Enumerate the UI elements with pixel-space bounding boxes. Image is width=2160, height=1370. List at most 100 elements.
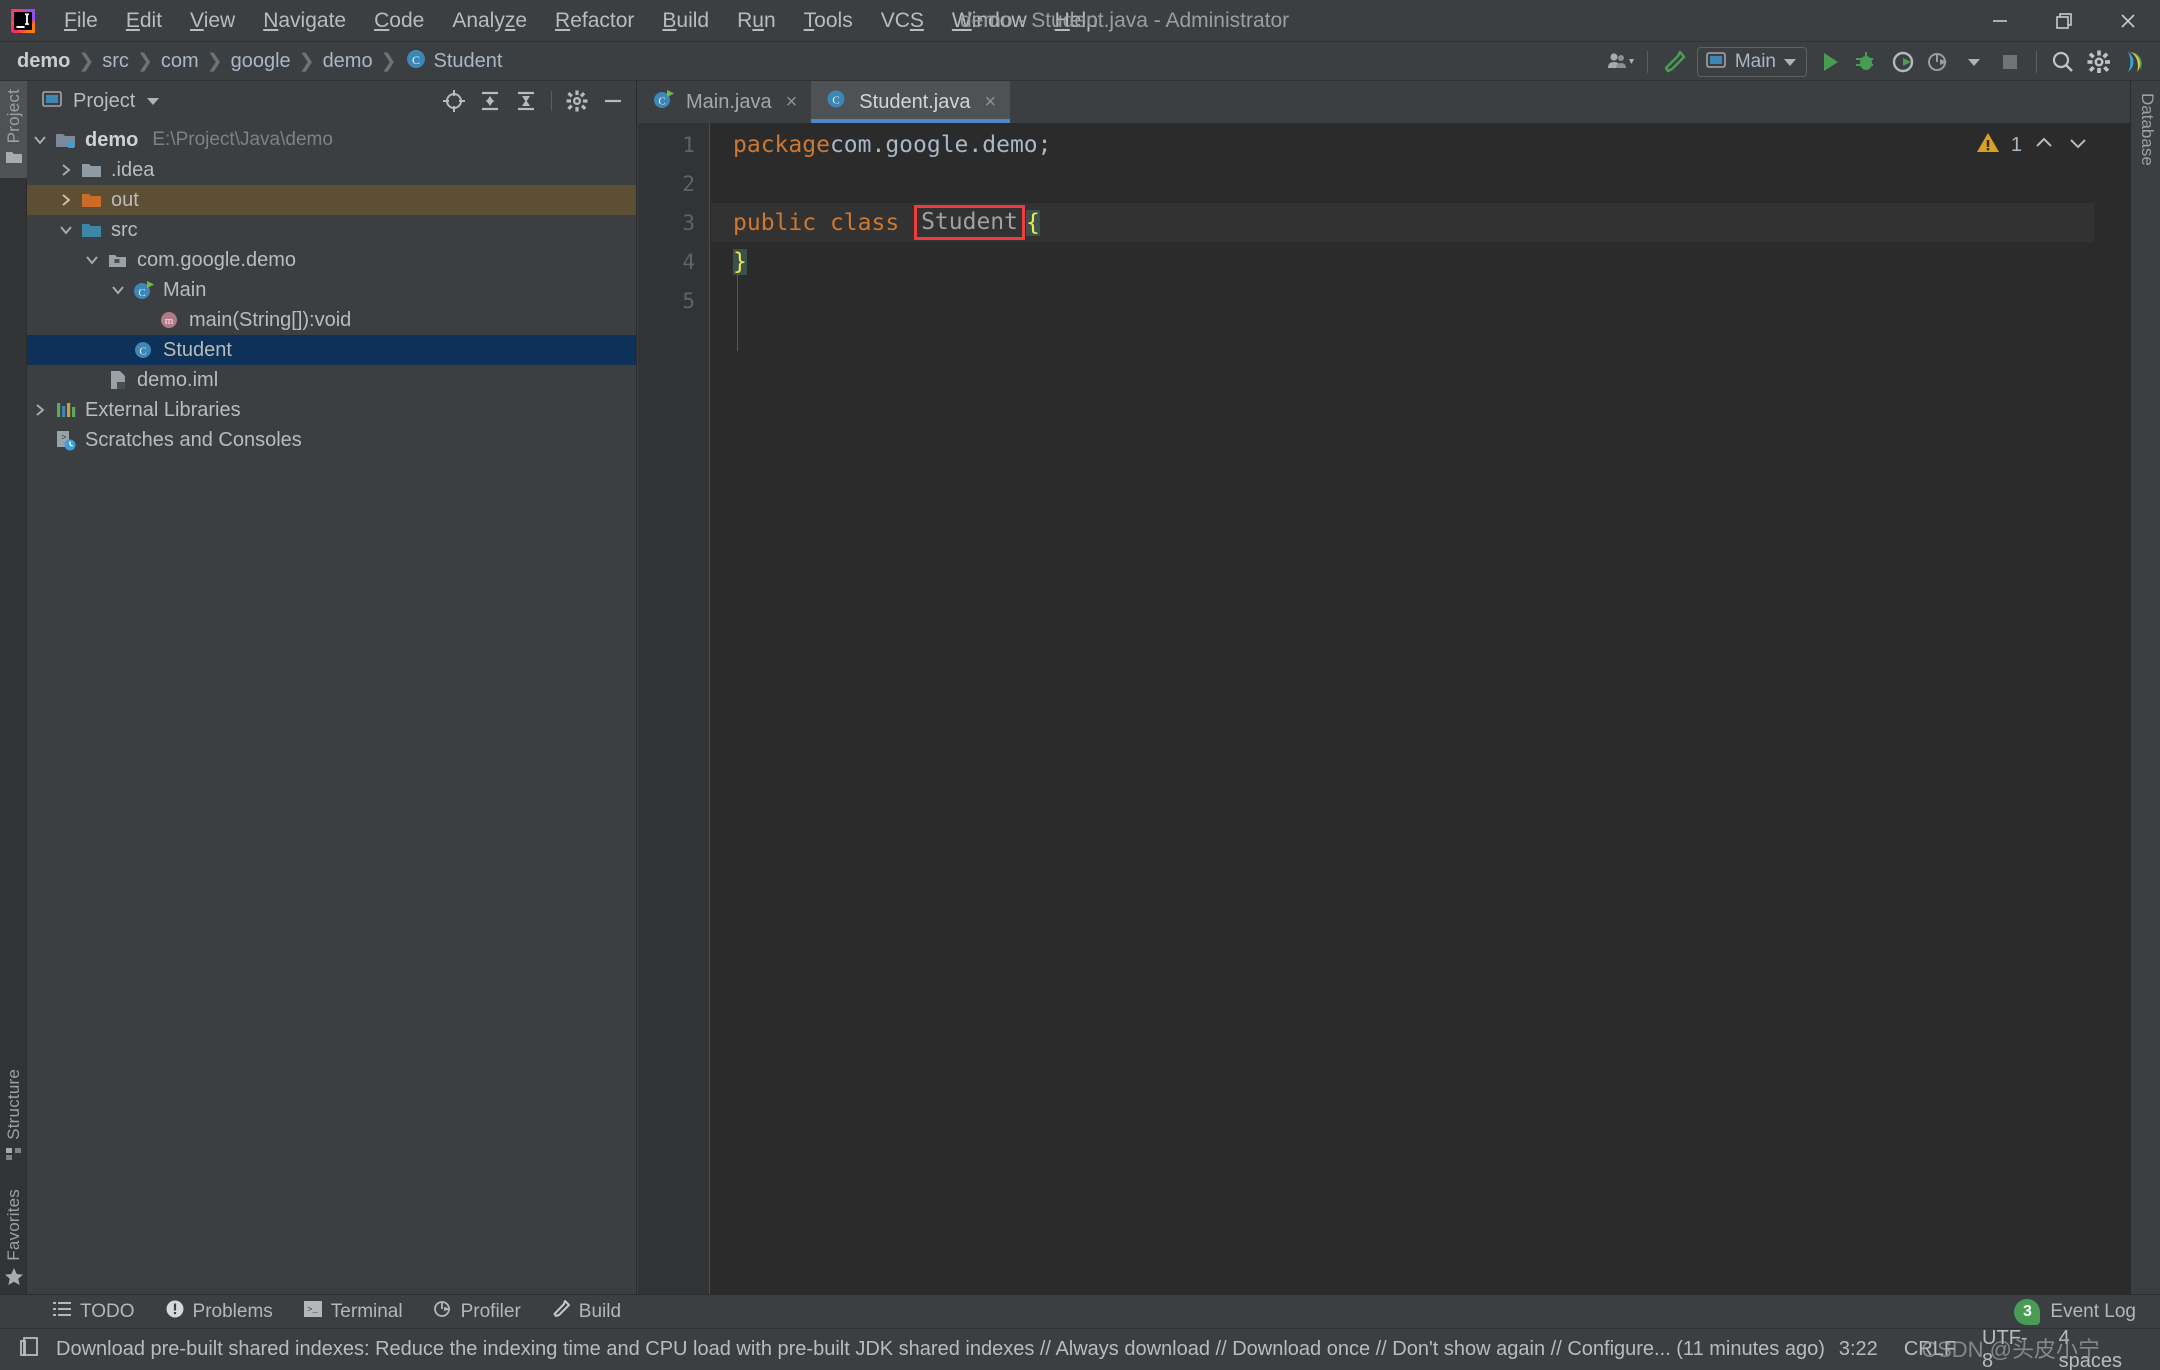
user-account-icon[interactable] [1604, 46, 1638, 78]
code-line-5 [711, 281, 2130, 320]
chevron-right-icon[interactable] [53, 192, 79, 208]
menu-tools[interactable]: Tools [790, 4, 867, 38]
tree-row-demo[interactable]: demo E:\Project\Java\demo [27, 125, 636, 155]
breadcrumb-item-src[interactable]: src [97, 50, 134, 73]
restore-button[interactable] [2032, 0, 2096, 42]
plugin-icon[interactable] [2118, 46, 2152, 78]
intellij-idea-window: File Edit View Navigate Code Analyze Ref… [0, 0, 2160, 1370]
chevron-right-icon[interactable] [53, 162, 79, 178]
event-log-button[interactable]: 3 Event Log [2014, 1299, 2160, 1325]
tree-row-external-libraries[interactable]: External Libraries [27, 395, 636, 425]
menu-run[interactable]: Run [723, 4, 790, 38]
source-folder-icon [79, 221, 105, 240]
inspection-widget[interactable]: 1 [1975, 131, 2090, 160]
notification-icon[interactable] [18, 1335, 42, 1364]
menu-vcs[interactable]: VCS [867, 4, 938, 38]
menu-navigate[interactable]: Navigate [249, 4, 360, 38]
breadcrumb-item-com[interactable]: com [156, 50, 204, 73]
profiler-icon[interactable] [1921, 46, 1955, 78]
chevron-down-icon[interactable] [27, 132, 53, 148]
project-panel-actions [437, 86, 630, 116]
status-bar-widgets: 3:22 CRLF UTF-8 4 spaces [1839, 1327, 2160, 1370]
bottom-item-terminal[interactable]: >_ Terminal [291, 1300, 415, 1324]
minus-icon[interactable] [596, 86, 630, 116]
module-folder-icon [53, 131, 79, 150]
code-editor[interactable]: 1 2 3 4 5 package com.google.demo; publi… [638, 123, 2130, 1323]
toolbar-separator [2036, 51, 2037, 73]
java-class-icon: C [131, 339, 157, 361]
svg-text:C: C [833, 95, 840, 107]
tree-row-out[interactable]: out [27, 185, 636, 215]
run-with-coverage-button[interactable] [1885, 46, 1919, 78]
chevron-down-icon[interactable] [79, 252, 105, 268]
indent-widget[interactable]: 4 spaces [2059, 1327, 2130, 1370]
line-separator-widget[interactable]: CRLF [1904, 1338, 1956, 1361]
breadcrumb-item-google[interactable]: google [226, 50, 296, 73]
debug-button[interactable] [1849, 46, 1883, 78]
tree-row-scratches[interactable]: >_ Scratches and Consoles [27, 425, 636, 455]
menu-refactor[interactable]: Refactor [541, 4, 648, 38]
status-message[interactable]: Download pre-built shared indexes: Reduc… [56, 1338, 1825, 1361]
run-configuration-selector[interactable]: Main [1697, 47, 1807, 77]
menu-view[interactable]: View [176, 4, 249, 38]
menu-build[interactable]: Build [648, 4, 723, 38]
code-content[interactable]: package com.google.demo; public class St… [711, 123, 2130, 1323]
tree-row-demo-iml[interactable]: demo.iml [27, 365, 636, 395]
chevron-down-icon[interactable] [147, 98, 159, 105]
sidebar-item-favorites[interactable]: Favorites [0, 1181, 27, 1299]
encoding-widget[interactable]: UTF-8 [1982, 1327, 2033, 1370]
breadcrumb-separator: ❯ [204, 50, 226, 73]
bottom-item-profiler[interactable]: Profiler [421, 1299, 533, 1325]
chevron-down-icon[interactable] [2066, 132, 2090, 159]
bottom-item-build[interactable]: Build [539, 1299, 633, 1325]
editor-scrollbar[interactable] [2094, 165, 2130, 1323]
search-icon[interactable] [2046, 46, 2080, 78]
expand-all-icon[interactable] [473, 86, 507, 116]
menu-analyze[interactable]: Analyze [438, 4, 541, 38]
tree-row-src[interactable]: src [27, 215, 636, 245]
tree-row-main-class[interactable]: C Main [27, 275, 636, 305]
code-line-3: public class Student{ [711, 203, 2130, 242]
editor-gutter[interactable]: 1 2 3 4 5 [638, 123, 710, 1323]
minimize-button[interactable] [1968, 0, 2032, 42]
breadcrumb: demo ❯ src ❯ com ❯ google ❯ demo ❯ C Stu… [0, 48, 507, 76]
profiler-dropdown[interactable] [1957, 46, 1991, 78]
tree-row-package[interactable]: com.google.demo [27, 245, 636, 275]
menu-edit[interactable]: Edit [112, 4, 176, 38]
sidebar-item-project[interactable]: Project [0, 81, 27, 178]
hammer-icon [551, 1299, 571, 1325]
chevron-down-icon[interactable] [105, 282, 131, 298]
collapse-all-icon[interactable] [509, 86, 543, 116]
close-icon[interactable]: × [786, 92, 798, 112]
close-icon[interactable]: × [985, 92, 997, 112]
close-button[interactable] [2096, 0, 2160, 42]
stop-button[interactable] [1993, 46, 2027, 78]
chevron-up-icon[interactable] [2032, 132, 2056, 159]
breadcrumb-item-student[interactable]: C Student [400, 48, 508, 76]
code-line-2 [711, 164, 2130, 203]
gear-icon[interactable] [560, 86, 594, 116]
chevron-right-icon[interactable] [27, 402, 53, 418]
warning-triangle-icon [1975, 131, 2001, 160]
target-icon[interactable] [437, 86, 471, 116]
tree-row-idea[interactable]: .idea [27, 155, 636, 185]
intellij-idea-logo-icon [10, 8, 36, 34]
hammer-icon[interactable] [1657, 46, 1691, 78]
star-icon [4, 1267, 24, 1291]
tree-row-student-class[interactable]: C Student [27, 335, 636, 365]
tab-student-java[interactable]: C Student.java × [811, 81, 1010, 123]
java-class-runnable-icon: C [652, 88, 676, 116]
gear-icon[interactable] [2082, 46, 2116, 78]
tab-main-java[interactable]: C Main.java × [638, 81, 811, 123]
run-button[interactable] [1813, 46, 1847, 78]
tree-row-main-method[interactable]: m main(String[]):void [27, 305, 636, 335]
bottom-item-todo[interactable]: TODO [40, 1300, 147, 1324]
menu-file[interactable]: File [50, 4, 112, 38]
bottom-item-problems[interactable]: Problems [153, 1299, 285, 1325]
caret-position-widget[interactable]: 3:22 [1839, 1338, 1878, 1361]
sidebar-item-structure[interactable]: Structure [0, 1061, 27, 1175]
chevron-down-icon[interactable] [53, 222, 79, 238]
menu-code[interactable]: Code [360, 4, 438, 38]
breadcrumb-item-demo[interactable]: demo [12, 50, 75, 73]
breadcrumb-item-demo-pkg[interactable]: demo [318, 50, 378, 73]
